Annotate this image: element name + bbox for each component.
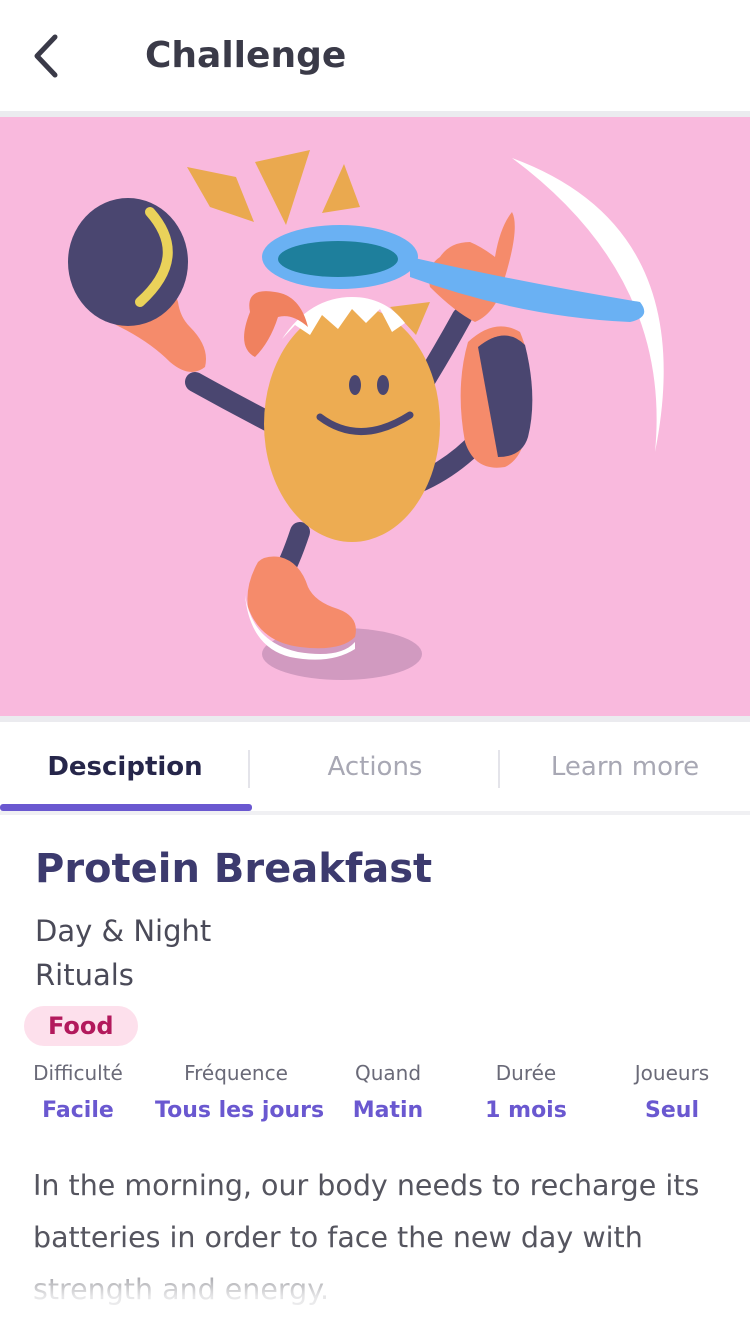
meta-label: Quand [354,1061,422,1085]
tab-actions[interactable]: Actions [250,722,500,812]
meta-duration: Durée 1 mois [476,1060,576,1128]
page-title: Challenge [145,35,347,76]
category-line-1: Day & Night [35,914,212,948]
meta-value: Facile [42,1098,114,1123]
tabs-divider [0,811,750,815]
meta-value: 1 mois [485,1098,567,1123]
active-tab-indicator [0,804,252,811]
meta-label: Difficulté [33,1061,123,1085]
tab-actions-label: Actions [327,752,423,782]
category-tag: Food [24,1006,138,1046]
tab-learn-more-label: Learn more [550,752,700,782]
tab-description-label: Desciption [47,752,203,782]
meta-value: Seul [645,1098,699,1123]
meta-value: Tous les jours [155,1098,325,1123]
content-fade-overlay [0,1250,750,1334]
chevron-left-icon [34,34,58,78]
meta-label: Fréquence [184,1061,288,1085]
meta-difficulty: Difficulté Facile [28,1060,128,1128]
tab-description[interactable]: Desciption [0,722,250,812]
category-line-2: Rituals [35,958,134,992]
back-button[interactable] [26,30,66,82]
tab-bar: Desciption Actions Learn more [0,722,750,812]
app-header: Challenge [0,0,750,112]
meta-players: Joueurs Seul [622,1060,722,1128]
hero-illustration [0,117,750,716]
meta-frequency: Fréquence Tous les jours [155,1060,325,1128]
meta-label: Durée [495,1061,557,1085]
meta-when: Quand Matin [338,1060,438,1128]
meta-label: Joueurs [634,1061,710,1085]
challenge-title: Protein Breakfast [35,846,433,892]
tab-learn-more[interactable]: Learn more [500,722,750,812]
egg-illustration [68,150,664,680]
meta-value: Matin [352,1098,424,1123]
